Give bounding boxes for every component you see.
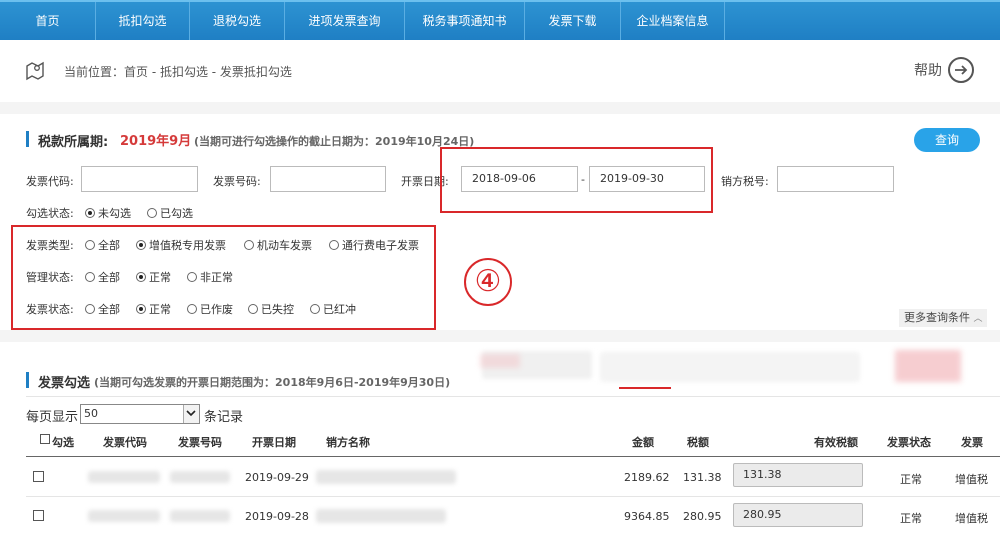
underline-mark (619, 387, 671, 389)
row-amount: 2189.62 (624, 471, 670, 484)
check-status-label: 勾选状态: (26, 207, 74, 220)
row-invoice-status: 正常 (900, 473, 922, 486)
more-conditions-label: 更多查询条件 (904, 311, 970, 324)
redacted-area (600, 352, 860, 382)
check-status-checked-radio[interactable]: 已勾选 (147, 205, 193, 221)
invoice-code-label: 发票代码: (26, 175, 74, 188)
col-amount: 金额 (632, 436, 654, 449)
title-accent (26, 131, 29, 147)
redacted-seller-name (316, 470, 456, 484)
status-filters-highlight (11, 225, 436, 330)
row-valid-tax-input[interactable]: 280.95 (733, 503, 863, 527)
nav-home[interactable]: 首页 (0, 2, 96, 40)
table-header-divider (26, 456, 1000, 457)
radio-dot (147, 208, 157, 218)
breadcrumb-path[interactable]: 首页 - 抵扣勾选 - 发票抵扣勾选 (124, 65, 292, 79)
more-conditions-toggle[interactable]: 更多查询条件 ︿ (899, 309, 987, 327)
redacted-invoice-code (88, 471, 160, 483)
breadcrumb-bar: 当前位置：首页 - 抵扣勾选 - 发票抵扣勾选 帮助 (0, 40, 1000, 102)
per-page-suffix: 条记录 (204, 410, 244, 425)
row-invoice-status: 正常 (900, 512, 922, 525)
col-issue-date: 开票日期 (252, 436, 296, 449)
redacted-area (480, 354, 520, 368)
row-checkbox[interactable] (33, 471, 44, 482)
per-page-label: 每页显示 (26, 410, 79, 425)
redacted-invoice-number (170, 471, 230, 483)
row-issue-date: 2019-09-28 (245, 510, 309, 523)
arrow-right-icon (948, 57, 974, 83)
nav-deduction-select[interactable]: 抵扣勾选 (96, 2, 190, 40)
nav-input-invoice-query[interactable]: 进项发票查询 (285, 2, 405, 40)
tax-period-title: 税款所属期: (38, 135, 109, 150)
chevron-down-icon (183, 405, 199, 423)
invoice-select-note: (当期可勾选发票的开票日期范围为：2018年9月6日-2019年9月30日) (94, 376, 451, 389)
col-invoice-number: 发票号码 (178, 436, 222, 449)
redacted-area (895, 350, 961, 382)
col-valid-tax: 有效税额 (814, 436, 858, 449)
row-valid-tax-input[interactable]: 131.38 (733, 463, 863, 487)
divider (26, 396, 1000, 397)
col-invoice-status: 发票状态 (887, 436, 931, 449)
help-label: 帮助 (914, 63, 942, 79)
row-checkbox[interactable] (33, 510, 44, 521)
col-check: 勾选 (52, 436, 74, 449)
invoice-select-title: 发票勾选 (38, 376, 91, 391)
row-amount: 9364.85 (624, 510, 670, 523)
radio-label: 未勾选 (98, 207, 131, 220)
col-invoice-type: 发票 (961, 436, 983, 449)
tax-period-note: (当期可进行勾选操作的截止日期为：2019年10月24日) (194, 135, 475, 148)
title-accent (26, 372, 29, 388)
breadcrumb: 当前位置：首页 - 抵扣勾选 - 发票抵扣勾选 (64, 63, 292, 80)
nav-invoice-download[interactable]: 发票下载 (525, 2, 621, 40)
nav-company-profile[interactable]: 企业档案信息 (621, 2, 725, 40)
query-button[interactable]: 查询 (914, 128, 980, 152)
per-page-value: 50 (84, 407, 98, 420)
redacted-seller-name (316, 509, 446, 523)
row-invoice-type: 增值税 (955, 512, 988, 525)
step-number-annotation: ④ (464, 258, 512, 306)
row-divider (26, 496, 1000, 497)
invoice-code-input[interactable] (81, 166, 198, 192)
select-all-checkbox[interactable] (40, 434, 50, 444)
help-button[interactable]: 帮助 (914, 57, 974, 83)
chevron-up-icon: ︿ (973, 314, 983, 324)
radio-label: 已勾选 (160, 207, 193, 220)
breadcrumb-prefix: 当前位置： (64, 65, 125, 79)
invoice-number-input[interactable] (270, 166, 386, 192)
top-nav: 首页 抵扣勾选 退税勾选 进项发票查询 税务事项通知书 发票下载 企业档案信息 (0, 0, 1000, 40)
row-invoice-type: 增值税 (955, 473, 988, 486)
nav-refund-select[interactable]: 退税勾选 (190, 2, 285, 40)
row-issue-date: 2019-09-29 (245, 471, 309, 484)
col-tax: 税额 (687, 436, 709, 449)
invoice-number-label: 发票号码: (213, 175, 261, 188)
tax-period-value: 2019年9月 (120, 134, 192, 149)
nav-tax-notice[interactable]: 税务事项通知书 (405, 2, 525, 40)
check-status-unchecked-radio[interactable]: 未勾选 (85, 205, 131, 221)
row-tax: 131.38 (683, 471, 722, 484)
redacted-invoice-number (170, 510, 230, 522)
redacted-invoice-code (88, 510, 160, 522)
date-range-highlight (440, 147, 713, 213)
seller-tax-id-label: 销方税号: (721, 175, 769, 188)
per-page-select[interactable]: 50 (80, 404, 200, 424)
map-pin-icon (26, 61, 44, 81)
row-tax: 280.95 (683, 510, 722, 523)
radio-dot (85, 208, 95, 218)
col-seller-name: 销方名称 (326, 436, 370, 449)
col-invoice-code: 发票代码 (103, 436, 147, 449)
seller-tax-id-input[interactable] (777, 166, 894, 192)
